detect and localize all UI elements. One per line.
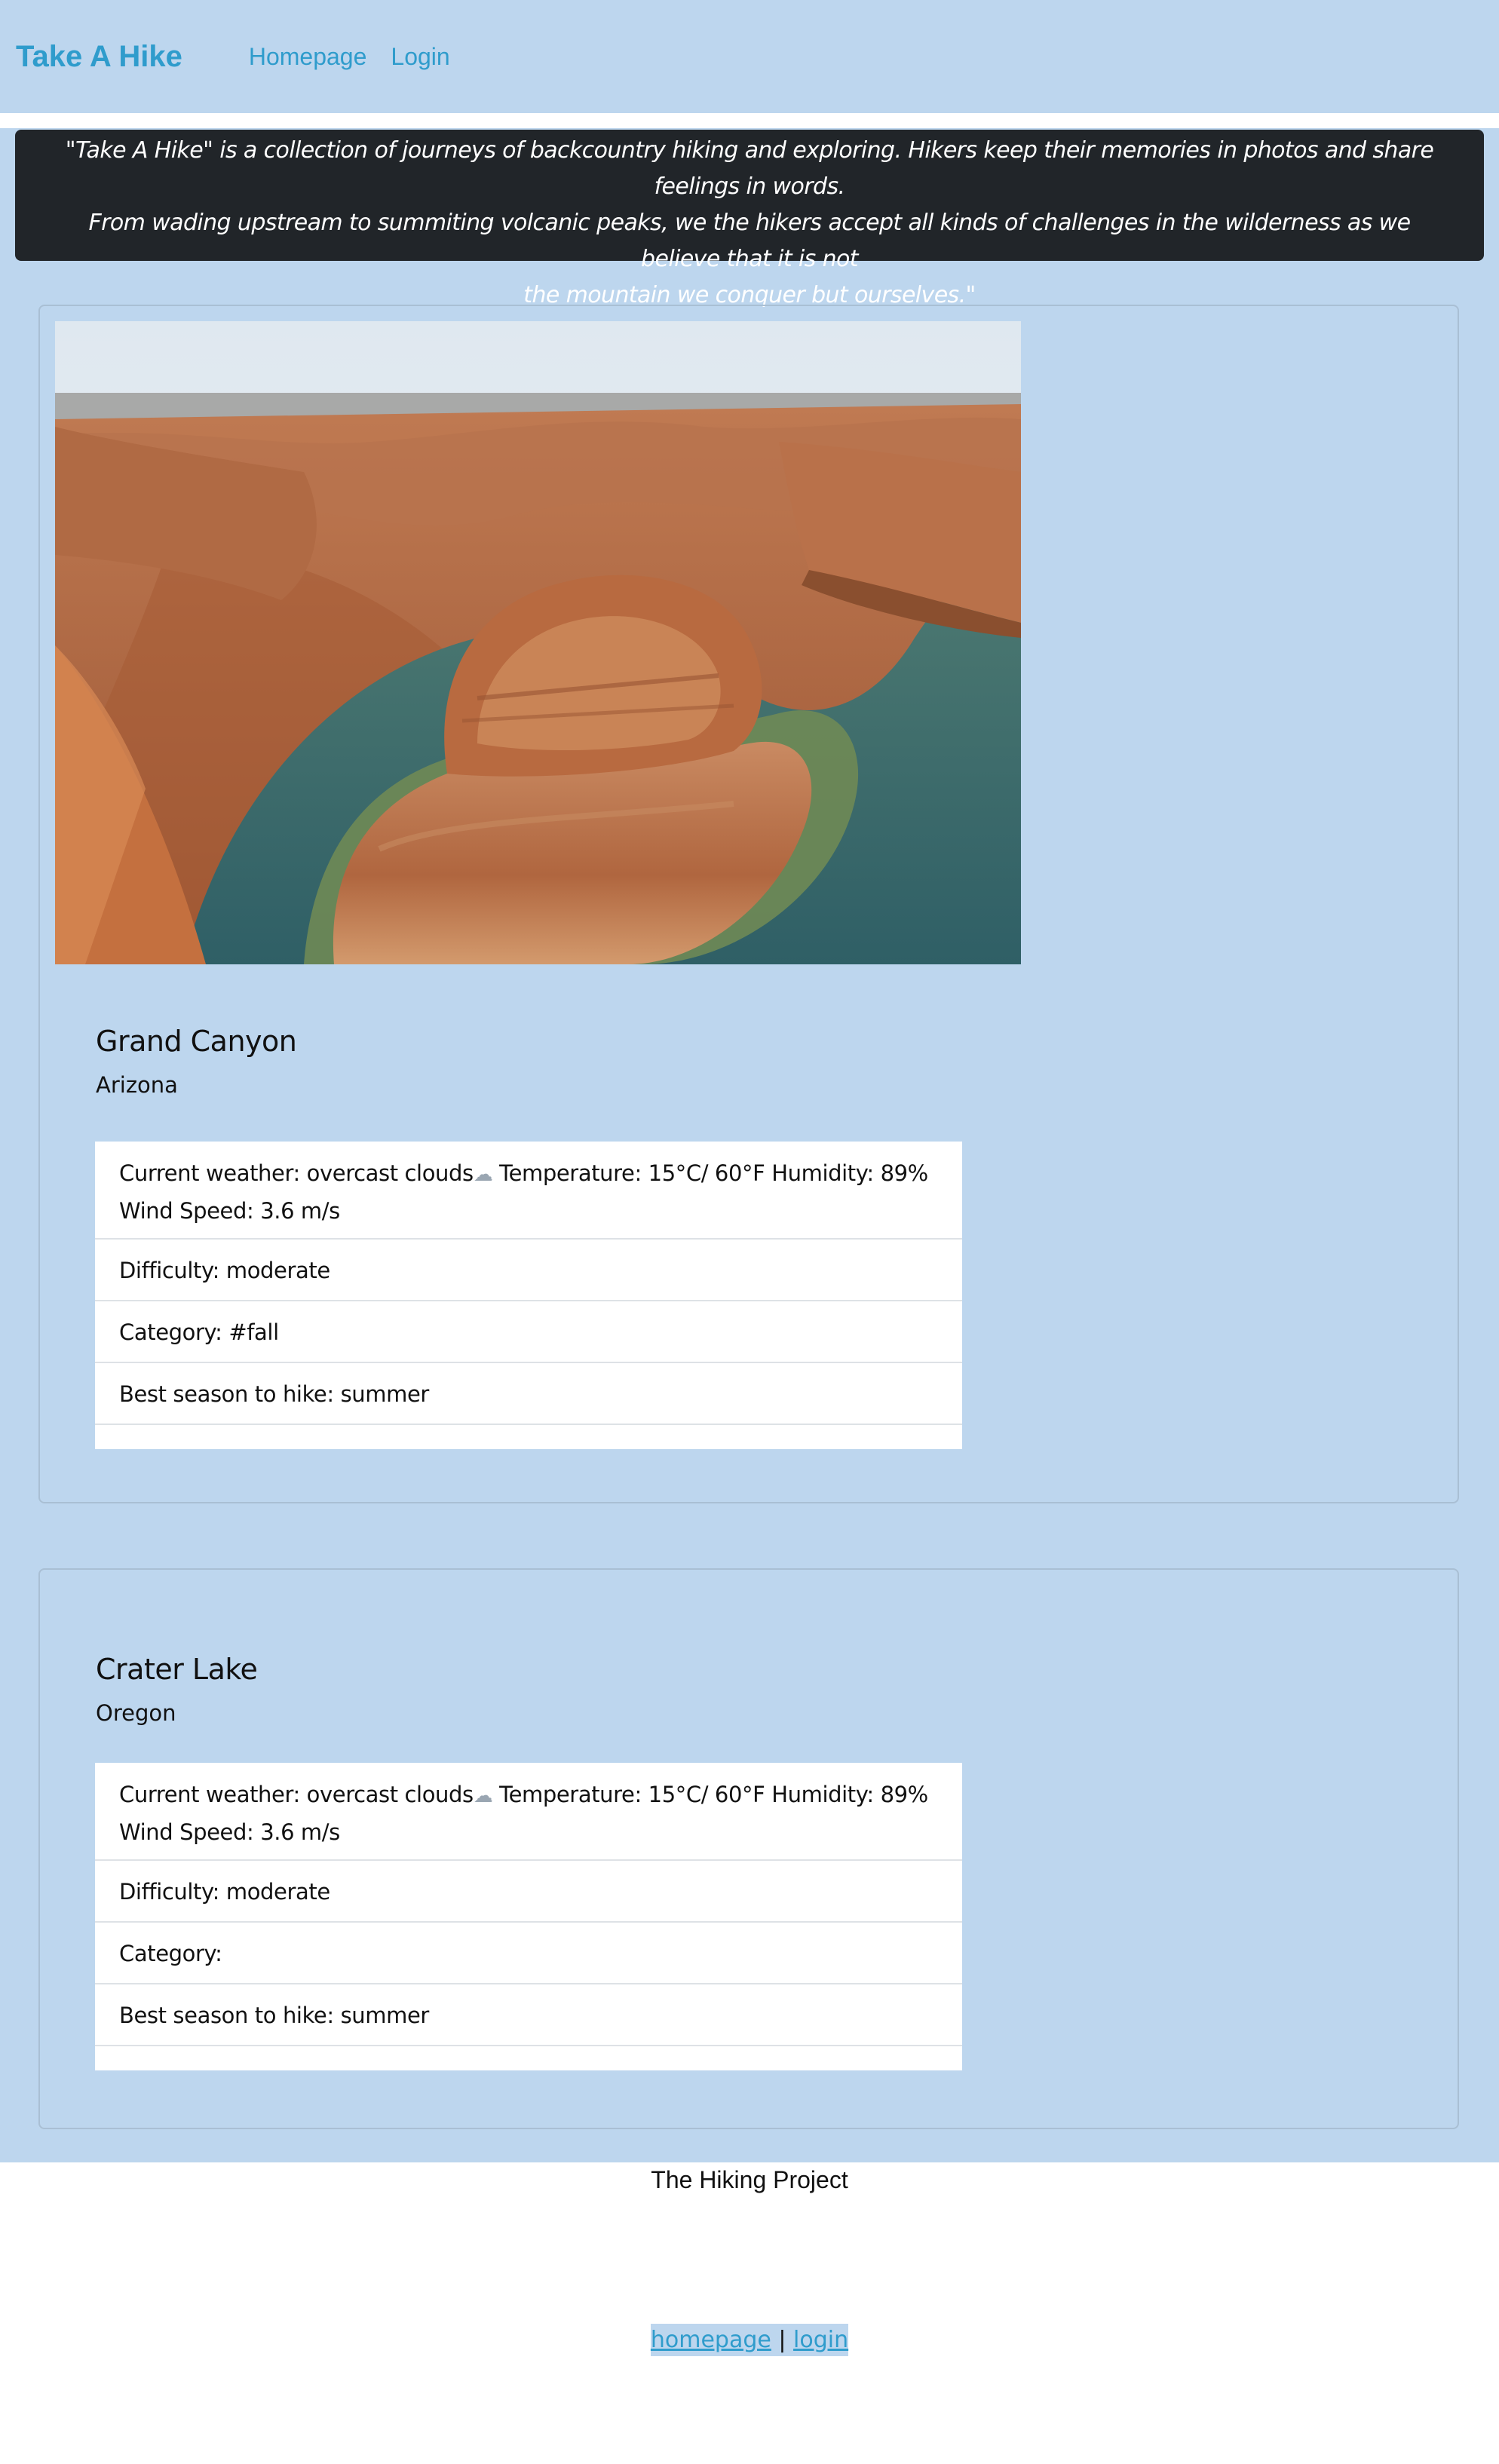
hike-details-list-crater-lake: Current weather: overcast clouds☁ Temper… <box>95 1763 962 2070</box>
weather-text: Current weather: overcast clouds <box>119 1160 474 1186</box>
cloud-icon: ☁ <box>473 1785 493 1807</box>
brand-link[interactable]: Take A Hike <box>16 40 182 74</box>
hike-state: Arizona <box>96 1072 178 1098</box>
season-row: Best season to hike: summer <box>95 1984 962 2046</box>
hike-state: Oregon <box>96 1700 176 1726</box>
difficulty-row: Difficulty: moderate <box>95 1240 962 1301</box>
footer-login-link[interactable]: login <box>793 2327 848 2353</box>
intro-quote: "Take A Hike" is a collection of journey… <box>15 130 1484 308</box>
canyon-photo-illustration <box>55 321 1021 964</box>
hike-title: Grand Canyon <box>96 1025 297 1058</box>
difficulty-row: Difficulty: moderate <box>95 1861 962 1923</box>
intro-line: "Take A Hike" is a collection of journey… <box>65 137 1434 200</box>
navbar: Take A Hike Homepage Login <box>0 0 1499 113</box>
footer-separator: | <box>778 2327 786 2353</box>
hike-title: Crater Lake <box>96 1653 258 1686</box>
nav-login-link[interactable]: Login <box>391 43 449 71</box>
category-row: Category: #fall <box>95 1301 962 1363</box>
list-spacer <box>95 2046 962 2070</box>
weather-row: Current weather: overcast clouds☁ Temper… <box>95 1142 962 1240</box>
footer-link-group: homepage | login <box>650 2324 849 2356</box>
cloud-icon: ☁ <box>473 1163 493 1186</box>
footer-title: The Hiking Project <box>651 2166 848 2193</box>
footer-homepage-link[interactable]: homepage <box>651 2327 771 2353</box>
category-row: Category: <box>95 1923 962 1984</box>
weather-text: Current weather: overcast clouds <box>119 1782 474 1807</box>
list-spacer <box>95 1425 962 1449</box>
nav-homepage-link[interactable]: Homepage <box>249 43 367 71</box>
season-row: Best season to hike: summer <box>95 1363 962 1425</box>
footer-links: homepage | login <box>0 2324 1499 2356</box>
intro-line: From wading upstream to summiting volcan… <box>88 210 1412 272</box>
weather-row: Current weather: overcast clouds☁ Temper… <box>95 1763 962 1861</box>
canyon-photo <box>55 321 1021 964</box>
hike-details-list-grand-canyon: Current weather: overcast clouds☁ Temper… <box>95 1142 962 1449</box>
